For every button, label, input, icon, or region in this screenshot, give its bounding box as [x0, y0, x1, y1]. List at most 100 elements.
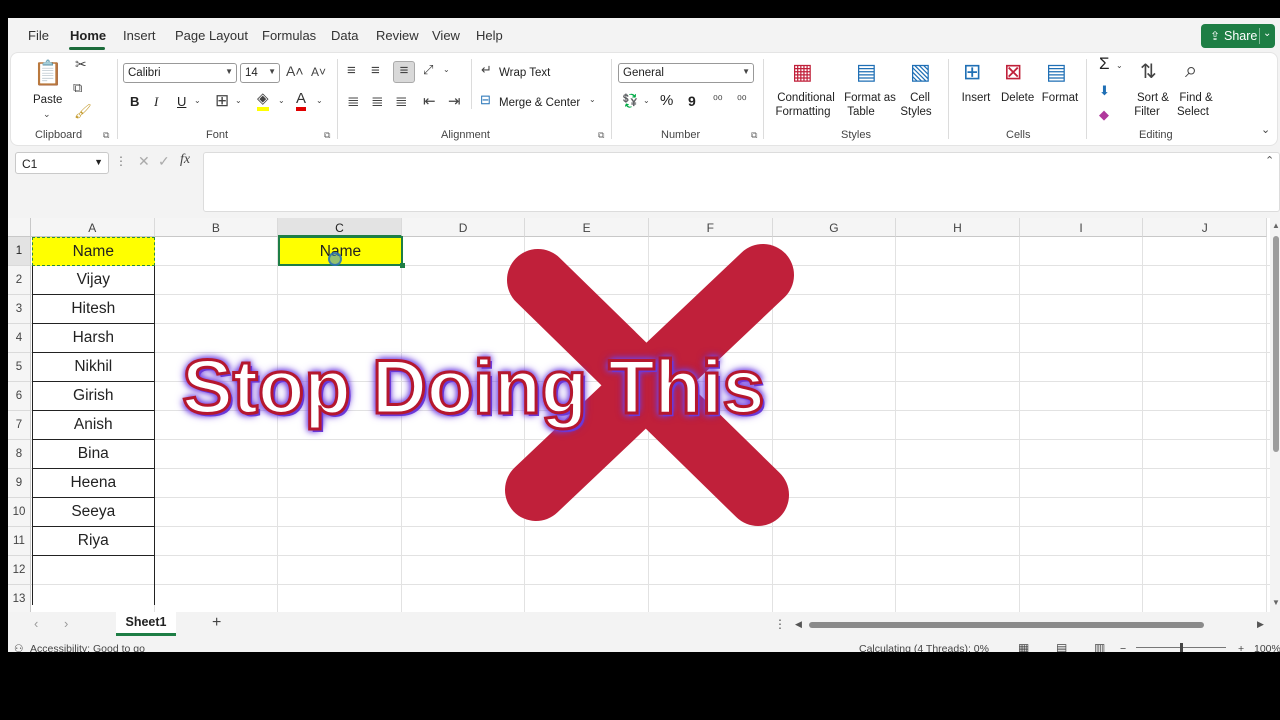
zoom-slider-thumb[interactable] — [1180, 643, 1183, 652]
decrease-decimal-icon[interactable]: ⁰⁰ — [737, 93, 747, 107]
row-header-1[interactable]: 1 — [8, 237, 31, 266]
scroll-left-icon[interactable]: ◀ — [795, 619, 802, 630]
column-header-a[interactable]: A — [31, 218, 155, 237]
name-cell[interactable]: Girish — [32, 382, 155, 411]
chevron-down-icon[interactable]: ▼ — [94, 157, 103, 167]
fill-color-icon[interactable]: ◈ — [257, 91, 269, 111]
menu-formulas[interactable]: Formulas — [262, 28, 316, 43]
menu-view[interactable]: View — [432, 28, 460, 43]
decrease-indent-icon[interactable]: ⇤ — [423, 92, 436, 110]
align-top-icon[interactable]: ≡ — [347, 62, 356, 79]
prev-sheet-icon[interactable]: ‹ — [34, 616, 38, 631]
delete-cells-icon[interactable]: ⊠ — [1004, 59, 1022, 85]
align-center-icon[interactable]: ≣ — [371, 92, 384, 110]
row-header-11[interactable]: 11 — [8, 527, 31, 556]
insert-function-icon[interactable]: fx — [180, 152, 190, 168]
find-select-label-1[interactable]: Find & — [1177, 91, 1215, 105]
cut-icon[interactable]: ✂ — [75, 56, 87, 73]
column-header-j[interactable]: J — [1143, 218, 1267, 237]
chevron-down-icon[interactable]: ⌄ — [43, 109, 51, 120]
zoom-out-icon[interactable]: − — [1120, 643, 1126, 652]
format-as-table-label-1[interactable]: Format as — [843, 91, 897, 105]
cancel-icon[interactable]: ✕ — [138, 153, 150, 170]
cell-styles-icon[interactable]: ▧ — [910, 59, 931, 85]
align-right-icon[interactable]: ≣ — [395, 92, 408, 110]
row-header-5[interactable]: 5 — [8, 353, 31, 382]
conditional-formatting-label-1[interactable]: Conditional — [774, 91, 838, 105]
ribbon-collapse-icon[interactable]: ⌄ — [1261, 123, 1270, 136]
comma-style-button[interactable]: 9 — [688, 94, 696, 108]
cell-styles-label-2[interactable]: Styles — [899, 105, 933, 119]
fill-handle[interactable] — [399, 263, 405, 268]
enter-icon[interactable]: ✓ — [158, 153, 170, 170]
italic-button[interactable]: I — [154, 95, 158, 109]
horizontal-scroll-thumb[interactable] — [809, 622, 1204, 628]
format-cells-button[interactable]: Format — [1041, 91, 1079, 105]
more-options-icon[interactable]: ⋮ — [774, 617, 786, 631]
chevron-down-icon[interactable]: ⌄ — [643, 96, 650, 105]
increase-font-icon[interactable]: A˄ — [286, 63, 304, 79]
dialog-launcher-icon[interactable]: ⧉ — [598, 130, 604, 141]
sort-filter-label-2[interactable]: Filter — [1133, 105, 1161, 119]
menu-file[interactable]: File — [28, 28, 49, 43]
column-header-g[interactable]: G — [772, 218, 897, 237]
zoom-in-icon[interactable]: + — [1238, 643, 1244, 652]
conditional-formatting-icon[interactable]: ▦ — [792, 59, 813, 85]
row-header-3[interactable]: 3 — [8, 295, 31, 324]
accessibility-icon[interactable]: ⚇ — [14, 643, 23, 652]
share-button[interactable]: ⇪ Share ⌄ — [1201, 24, 1275, 48]
bold-button[interactable]: B — [130, 95, 139, 109]
menu-data[interactable]: Data — [331, 28, 358, 43]
add-sheet-button[interactable]: + — [212, 614, 221, 632]
chevron-down-icon[interactable]: ⌄ — [1116, 61, 1123, 70]
name-cell[interactable]: Heena — [32, 469, 155, 498]
name-box[interactable]: C1 ▼ — [15, 152, 109, 174]
menu-insert[interactable]: Insert — [123, 28, 156, 43]
next-sheet-icon[interactable]: › — [64, 616, 68, 631]
select-all-button[interactable] — [8, 218, 31, 237]
accessibility-status[interactable]: Accessibility: Good to go — [30, 643, 145, 652]
underline-button[interactable]: U — [177, 95, 186, 109]
vertical-scroll-thumb[interactable] — [1273, 236, 1279, 452]
decrease-font-icon[interactable]: A˅ — [311, 65, 326, 79]
name-cell[interactable]: Vijay — [32, 266, 155, 295]
formula-bar-collapse-icon[interactable]: ⌃ — [1265, 154, 1274, 167]
column-header-b[interactable]: B — [154, 218, 279, 237]
sort-filter-label-1[interactable]: Sort & — [1136, 91, 1170, 105]
align-middle-icon[interactable]: ≡ — [371, 62, 380, 79]
normal-view-icon[interactable]: ▦ — [1018, 641, 1029, 652]
scroll-right-icon[interactable]: ▶ — [1257, 619, 1264, 630]
insert-cells-icon[interactable]: ⊞ — [963, 59, 981, 85]
name-cell[interactable]: Anish — [32, 411, 155, 440]
row-header-2[interactable]: 2 — [8, 266, 31, 295]
chevron-down-icon[interactable]: ⌄ — [589, 95, 596, 104]
accounting-format-icon[interactable]: 💱 — [622, 93, 638, 109]
format-as-table-label-2[interactable]: Table — [841, 105, 881, 119]
zoom-level[interactable]: 100% — [1254, 643, 1280, 652]
row-header-6[interactable]: 6 — [8, 382, 31, 411]
paste-icon[interactable]: 📋 — [33, 59, 63, 88]
chevron-down-icon[interactable]: ⌄ — [194, 96, 201, 105]
dialog-launcher-icon[interactable]: ⧉ — [324, 130, 330, 141]
page-break-view-icon[interactable]: ▥ — [1094, 641, 1105, 652]
name-cell[interactable]: Harsh — [32, 324, 155, 353]
borders-icon[interactable]: ⊞ — [215, 91, 229, 111]
name-cell[interactable]: Riya — [32, 527, 155, 556]
delete-cells-button[interactable]: Delete — [1001, 91, 1034, 105]
wrap-text-icon[interactable]: ↵ — [481, 62, 492, 78]
chevron-down-icon[interactable]: ⌄ — [278, 96, 285, 105]
fill-icon[interactable]: ⬇ — [1099, 83, 1110, 99]
font-name-combo[interactable]: Calibri ▼ — [123, 63, 237, 83]
row-header-9[interactable]: 9 — [8, 469, 31, 498]
find-select-icon[interactable]: ⌕ — [1185, 57, 1197, 83]
column-header-h[interactable]: H — [896, 218, 1020, 237]
column-header-e[interactable]: E — [525, 218, 649, 237]
paste-button[interactable]: Paste — [33, 93, 62, 107]
scroll-up-icon[interactable]: ▲ — [1272, 221, 1280, 230]
align-left-icon[interactable]: ≣ — [347, 92, 360, 110]
header-cell-a1[interactable]: Name — [32, 237, 155, 266]
increase-indent-icon[interactable]: ⇥ — [448, 92, 461, 110]
horizontal-scrollbar[interactable] — [803, 622, 1260, 628]
name-cell[interactable] — [32, 556, 155, 605]
sheet-tab[interactable]: Sheet1 — [116, 612, 176, 636]
